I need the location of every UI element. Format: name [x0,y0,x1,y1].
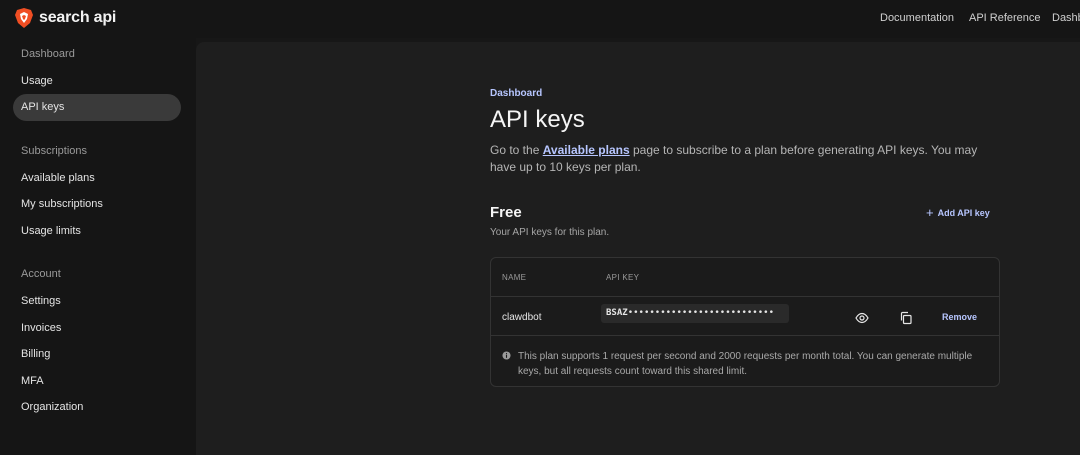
copy-icon[interactable] [899,311,913,325]
nav-dashboard[interactable]: Dashb [1052,12,1080,24]
sidebar-item-api-keys[interactable]: API keys [21,101,64,113]
logo[interactable]: search api [14,7,116,29]
api-key-prefix: BSAZ [606,308,628,318]
intro-text: Go to the Available plans page to subscr… [490,142,1000,176]
plan-limit-text: This plan supports 1 request per second … [518,351,973,377]
lion-logo-icon [15,8,33,28]
sidebar-item-settings[interactable]: Settings [21,295,61,307]
sidebar: Dashboard Usage API keys Subscriptions A… [0,38,196,455]
sidebar-item-invoices[interactable]: Invoices [21,322,61,334]
info-icon [502,351,511,360]
sidebar-item-usage-limits[interactable]: Usage limits [21,225,81,237]
add-api-key-label: Add API key [937,208,990,218]
sidebar-item-mfa[interactable]: MFA [21,375,44,387]
column-header-name: NAME [502,273,527,282]
sidebar-heading-dashboard: Dashboard [21,48,75,60]
api-key-mask: ••••••••••••••••••••••••••• [627,308,774,318]
sidebar-heading-subscriptions: Subscriptions [21,145,88,157]
sidebar-heading-account: Account [21,268,61,280]
remove-key-button[interactable]: Remove [942,312,977,322]
top-bar: search api Documentation API Reference D… [0,0,1080,38]
nav-documentation[interactable]: Documentation [880,12,954,24]
key-name: clawdbot [502,312,542,323]
plus-icon: + [926,205,934,220]
sidebar-item-my-subscriptions[interactable]: My subscriptions [21,198,103,210]
logo-text: search api [39,9,117,26]
breadcrumb[interactable]: Dashboard [490,88,542,99]
eye-icon[interactable] [855,311,869,325]
plan-title: Free [490,204,522,221]
top-nav: Documentation API Reference Dashb [880,12,1080,28]
available-plans-link[interactable]: Available plans [543,143,630,157]
add-api-key-button[interactable]: + Add API key [926,205,990,220]
page-title: API keys [490,106,585,133]
sidebar-item-billing[interactable]: Billing [21,348,50,360]
api-keys-table: NAME API KEY clawdbot BSAZ••••••••••••••… [490,257,1000,387]
intro-text-start: Go to the [490,143,543,157]
column-header-api-key: API KEY [606,273,640,282]
api-key-value[interactable]: BSAZ••••••••••••••••••••••••••• [601,304,789,323]
plan-limit-note: This plan supports 1 request per second … [502,349,982,379]
sidebar-item-organization[interactable]: Organization [21,401,83,413]
header-divider [491,296,999,297]
nav-api-reference[interactable]: API Reference [969,12,1041,24]
main-content: Dashboard API keys Go to the Available p… [196,42,1080,455]
row-divider [491,335,999,336]
sidebar-item-usage[interactable]: Usage [21,75,53,87]
sidebar-item-available-plans[interactable]: Available plans [21,172,95,184]
plan-subtitle: Your API keys for this plan. [490,227,610,238]
